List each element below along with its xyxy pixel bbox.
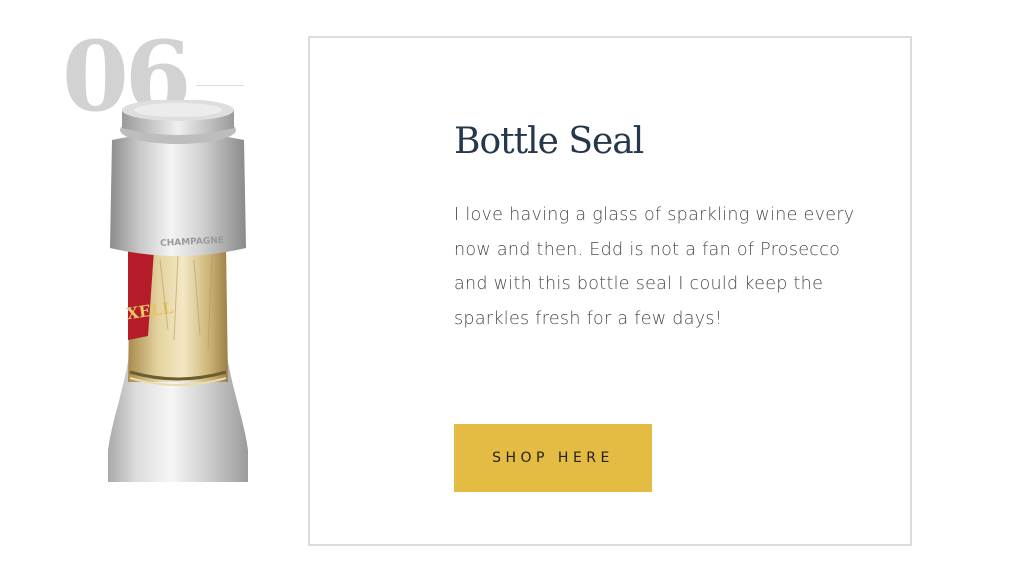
number-divider [196, 85, 244, 86]
product-image: XELL CHAMPAGNE [108, 100, 248, 482]
product-feature-section: { "feature": { "number": "06", "title": … [0, 0, 1024, 571]
shop-here-button[interactable]: SHOP HERE [454, 424, 652, 492]
product-title: Bottle Seal [454, 121, 644, 162]
product-description: I love having a glass of sparkling wine … [454, 205, 855, 329]
